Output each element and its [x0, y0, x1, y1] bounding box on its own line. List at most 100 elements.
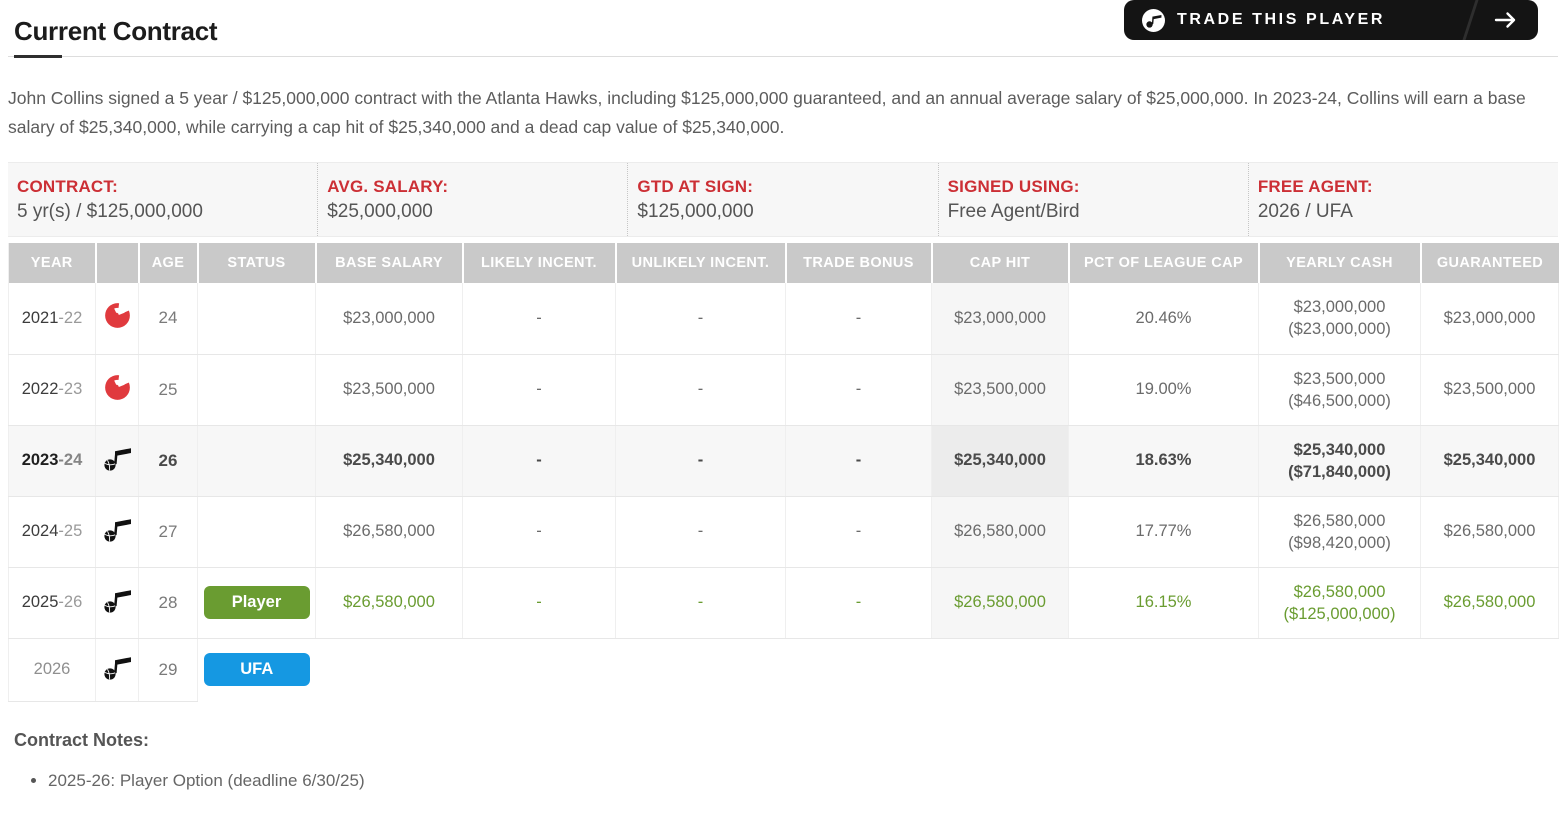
- age-cell: 29: [138, 638, 198, 702]
- col-unlikely-incent: UNLIKELY INCENT.: [615, 243, 787, 283]
- year-cell: 2025-26: [8, 567, 96, 639]
- year-cell: 2021-22: [8, 283, 96, 355]
- unlikely-incent-cell: -: [615, 283, 786, 355]
- status-cell: Player: [197, 567, 316, 639]
- col-team: [95, 243, 140, 283]
- contract-notes: Contract Notes: 2025-26: Player Option (…: [14, 730, 1558, 793]
- table-row: 2024-25 27 $26,580,000 - - - $26,580,000…: [8, 496, 1559, 568]
- team-cell: [95, 567, 139, 639]
- summary-value: $25,000,000: [327, 201, 433, 222]
- table-row: 2023-24 26 $25,340,000 - - - $25,340,000…: [8, 425, 1559, 497]
- page-header: Current Contract TRADE THIS PLAYER: [8, 0, 1558, 58]
- col-year: YEAR: [8, 243, 97, 283]
- summary-signed-using: SIGNED USING: Free Agent/Bird: [939, 163, 1249, 236]
- cap-hit-cell: [931, 638, 1069, 701]
- pct-of-league-cap-cell: 18.63%: [1068, 425, 1259, 497]
- trade-bonus-cell: [785, 638, 932, 701]
- yearly-cash-cumulative: ($98,420,000): [1288, 533, 1391, 552]
- contract-summary-band: CONTRACT: 5 yr(s) / $125,000,000 AVG. SA…: [8, 162, 1558, 237]
- guaranteed-cell: $23,500,000: [1420, 354, 1559, 426]
- table-row: 2022-23 25 $23,500,000 - - - $23,500,000…: [8, 354, 1559, 426]
- status-cell: [197, 496, 316, 568]
- base-salary-cell: $23,000,000: [315, 283, 463, 355]
- jazz-logo-icon[interactable]: [102, 445, 132, 471]
- pct-of-league-cap-cell: 16.15%: [1068, 567, 1259, 639]
- guaranteed-cell: $26,580,000: [1420, 567, 1559, 639]
- jazz-note-icon: [1146, 14, 1162, 28]
- contract-table: YEAR AGE STATUS BASE SALARY LIKELY INCEN…: [8, 243, 1559, 702]
- summary-label: CONTRACT:: [17, 177, 118, 196]
- age-cell: 24: [138, 283, 198, 355]
- table-row: 2026 29 UFA: [8, 638, 1559, 702]
- yearly-cash-value: $23,000,000: [1293, 298, 1386, 317]
- yearly-cash-cumulative: ($71,840,000): [1288, 462, 1391, 481]
- col-trade-bonus: TRADE BONUS: [785, 243, 933, 283]
- team-cell: [95, 354, 139, 426]
- status-cell: [197, 354, 316, 426]
- col-cap-hit: CAP HIT: [931, 243, 1070, 283]
- year-suffix-label: -23: [58, 380, 83, 398]
- yearly-cash-cell: $25,340,000 ($71,840,000): [1258, 425, 1421, 497]
- summary-label: GTD AT SIGN:: [637, 177, 754, 196]
- year-suffix-label: -22: [58, 308, 83, 327]
- hawks-logo-icon[interactable]: [104, 302, 131, 329]
- summary-avg-salary: AVG. SALARY: $25,000,000: [318, 163, 629, 236]
- summary-value: $125,000,000: [637, 201, 754, 222]
- likely-incent-cell: [462, 638, 616, 701]
- year-cell: 2022-23: [8, 354, 96, 426]
- likely-incent-cell: -: [462, 496, 616, 568]
- age-cell: 28: [138, 567, 198, 639]
- base-salary-cell: $26,580,000: [315, 496, 463, 568]
- team-cell: [95, 638, 139, 702]
- unlikely-incent-cell: -: [615, 354, 786, 426]
- guaranteed-cell: $25,340,000: [1420, 425, 1559, 497]
- unlikely-incent-cell: [615, 638, 786, 701]
- age-cell: 26: [138, 425, 198, 497]
- summary-gtd-at-sign: GTD AT SIGN: $125,000,000: [628, 163, 939, 236]
- cap-hit-cell: $23,000,000: [931, 283, 1069, 355]
- summary-value: 5 yr(s) / $125,000,000: [17, 201, 203, 222]
- yearly-cash-cumulative: ($46,500,000): [1288, 391, 1391, 410]
- unlikely-incent-cell: -: [615, 496, 786, 568]
- yearly-cash-cell: [1258, 638, 1421, 701]
- summary-free-agent: FREE AGENT: 2026 / UFA: [1249, 163, 1558, 236]
- col-yearly-cash: YEARLY CASH: [1258, 243, 1422, 283]
- cap-hit-cell: $26,580,000: [931, 496, 1069, 568]
- col-likely-incent: LIKELY INCENT.: [462, 243, 617, 283]
- team-cell: [95, 283, 139, 355]
- pct-of-league-cap-cell: 20.46%: [1068, 283, 1259, 355]
- pct-of-league-cap-cell: 17.77%: [1068, 496, 1259, 568]
- yearly-cash-cell: $23,500,000 ($46,500,000): [1258, 354, 1421, 426]
- guaranteed-cell: [1420, 638, 1559, 701]
- status-cell: UFA: [197, 638, 316, 701]
- col-status: STATUS: [197, 243, 317, 283]
- yearly-cash-cell: $26,580,000 ($98,420,000): [1258, 496, 1421, 568]
- yearly-cash-cell: $23,000,000 ($23,000,000): [1258, 283, 1421, 355]
- trade-bonus-cell: -: [785, 496, 932, 568]
- jazz-logo-icon[interactable]: [102, 516, 132, 542]
- yearly-cash-cell: $26,580,000 ($125,000,000): [1258, 567, 1421, 639]
- trade-bonus-cell: -: [785, 425, 932, 497]
- trade-button-label: TRADE THIS PLAYER: [1177, 11, 1386, 28]
- summary-label: SIGNED USING:: [947, 177, 1080, 196]
- likely-incent-cell: -: [462, 567, 616, 639]
- year-label: 2023: [21, 451, 59, 469]
- age-cell: 25: [138, 354, 198, 426]
- current-contract-page: Current Contract TRADE THIS PLAYER John …: [0, 0, 1566, 793]
- year-cell: 2024-25: [8, 496, 96, 568]
- year-label: 2022: [21, 380, 59, 398]
- contract-notes-title: Contract Notes:: [14, 729, 150, 750]
- year-cell: 2026: [8, 638, 96, 702]
- unlikely-incent-cell: -: [615, 425, 786, 497]
- yearly-cash-cumulative: ($125,000,000): [1283, 604, 1396, 623]
- base-salary-cell: [315, 638, 463, 701]
- year-label: 2024: [21, 522, 59, 540]
- jazz-logo-icon[interactable]: [102, 587, 132, 613]
- pct-of-league-cap-cell: 19.00%: [1068, 354, 1259, 426]
- age-cell: 27: [138, 496, 198, 568]
- table-row: 2025-26 28 Player $26,580,000 - - - $26,…: [8, 567, 1559, 639]
- status-badge: Player: [203, 586, 310, 619]
- hawks-logo-icon[interactable]: [104, 374, 131, 401]
- trade-this-player-button[interactable]: TRADE THIS PLAYER: [1124, 0, 1538, 40]
- jazz-logo-icon[interactable]: [102, 654, 132, 680]
